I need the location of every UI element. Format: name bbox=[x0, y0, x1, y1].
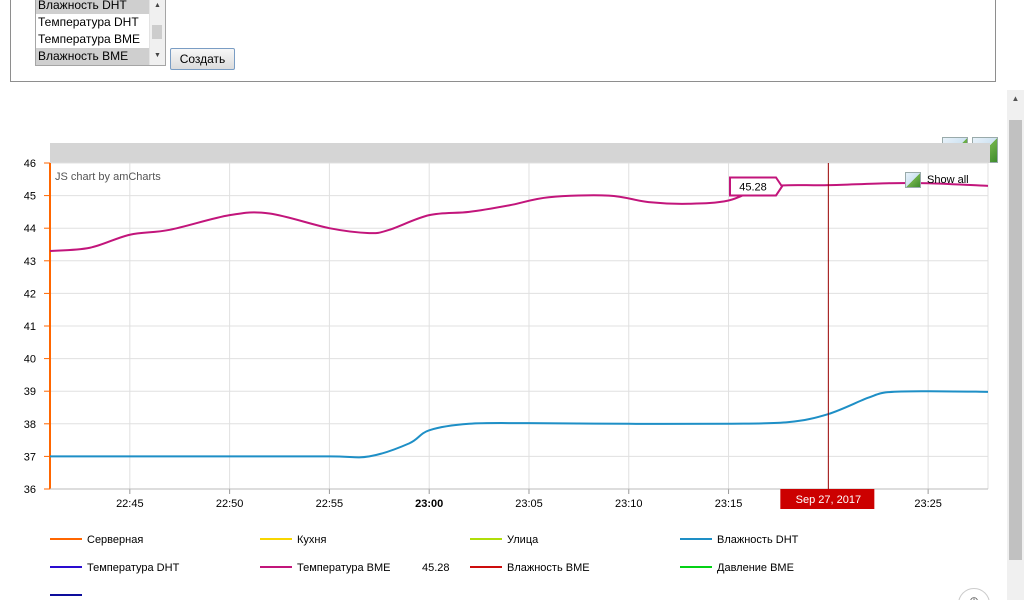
x-tick-label: 22:45 bbox=[116, 498, 144, 510]
y-tick-label: 44 bbox=[24, 223, 36, 235]
legend-value: 45.28 bbox=[422, 562, 450, 574]
y-tick-label: 37 bbox=[24, 451, 36, 463]
y-tick-label: 46 bbox=[24, 158, 36, 170]
scroll-up-icon[interactable]: ▲ bbox=[1007, 90, 1024, 107]
y-tick-label: 36 bbox=[24, 484, 36, 496]
legend-label[interactable]: Влажность BME bbox=[507, 562, 590, 574]
zoom-out-icon bbox=[905, 172, 921, 188]
chart-credit[interactable]: JS chart by amCharts bbox=[55, 171, 161, 183]
y-tick-label: 42 bbox=[24, 288, 36, 300]
y-tick-label: 38 bbox=[24, 419, 36, 431]
y-tick-label: 39 bbox=[24, 386, 36, 398]
x-tick-label: 23:05 bbox=[515, 498, 543, 510]
y-tick-label: 40 bbox=[24, 354, 36, 366]
y-tick-label: 43 bbox=[24, 256, 36, 268]
legend-label[interactable]: Влажность DHT bbox=[717, 534, 799, 546]
chart-scrollbar[interactable] bbox=[50, 143, 990, 163]
x-tick-label: 22:55 bbox=[316, 498, 344, 510]
line-chart[interactable]: 36 37 38 39 40 41 42 43 44 45 46 22:45 22:50 22:55 23… bbox=[0, 0, 1000, 600]
x-tick-label: 23:00 bbox=[415, 498, 443, 510]
legend-label[interactable]: Серверная bbox=[87, 534, 143, 546]
legend-label[interactable]: Температура BME bbox=[297, 562, 391, 574]
y-tick-label: 45 bbox=[24, 191, 36, 203]
show-all-label: Show all bbox=[927, 173, 969, 186]
legend-label[interactable]: Улица bbox=[507, 534, 539, 546]
x-tick-label: 23:25 bbox=[914, 498, 942, 510]
value-balloon-label: 45.28 bbox=[739, 181, 767, 193]
legend-label[interactable]: Кухня bbox=[297, 534, 326, 546]
x-tick-label: 23:10 bbox=[615, 498, 643, 510]
cursor-date-label: Sep 27, 2017 bbox=[796, 494, 861, 506]
y-tick-label: 41 bbox=[24, 321, 36, 333]
legend-label[interactable]: Температура DHT bbox=[87, 562, 180, 574]
legend-label[interactable]: Давление BME bbox=[717, 562, 794, 574]
x-tick-label: 22:50 bbox=[216, 498, 244, 510]
series-line[interactable] bbox=[49, 181, 989, 253]
page-scrollbar[interactable]: ▲ bbox=[1007, 90, 1024, 600]
x-tick-label: 23:15 bbox=[715, 498, 743, 510]
page-scroll-thumb[interactable] bbox=[1009, 120, 1022, 560]
show-all-button[interactable]: Show all bbox=[905, 172, 969, 188]
